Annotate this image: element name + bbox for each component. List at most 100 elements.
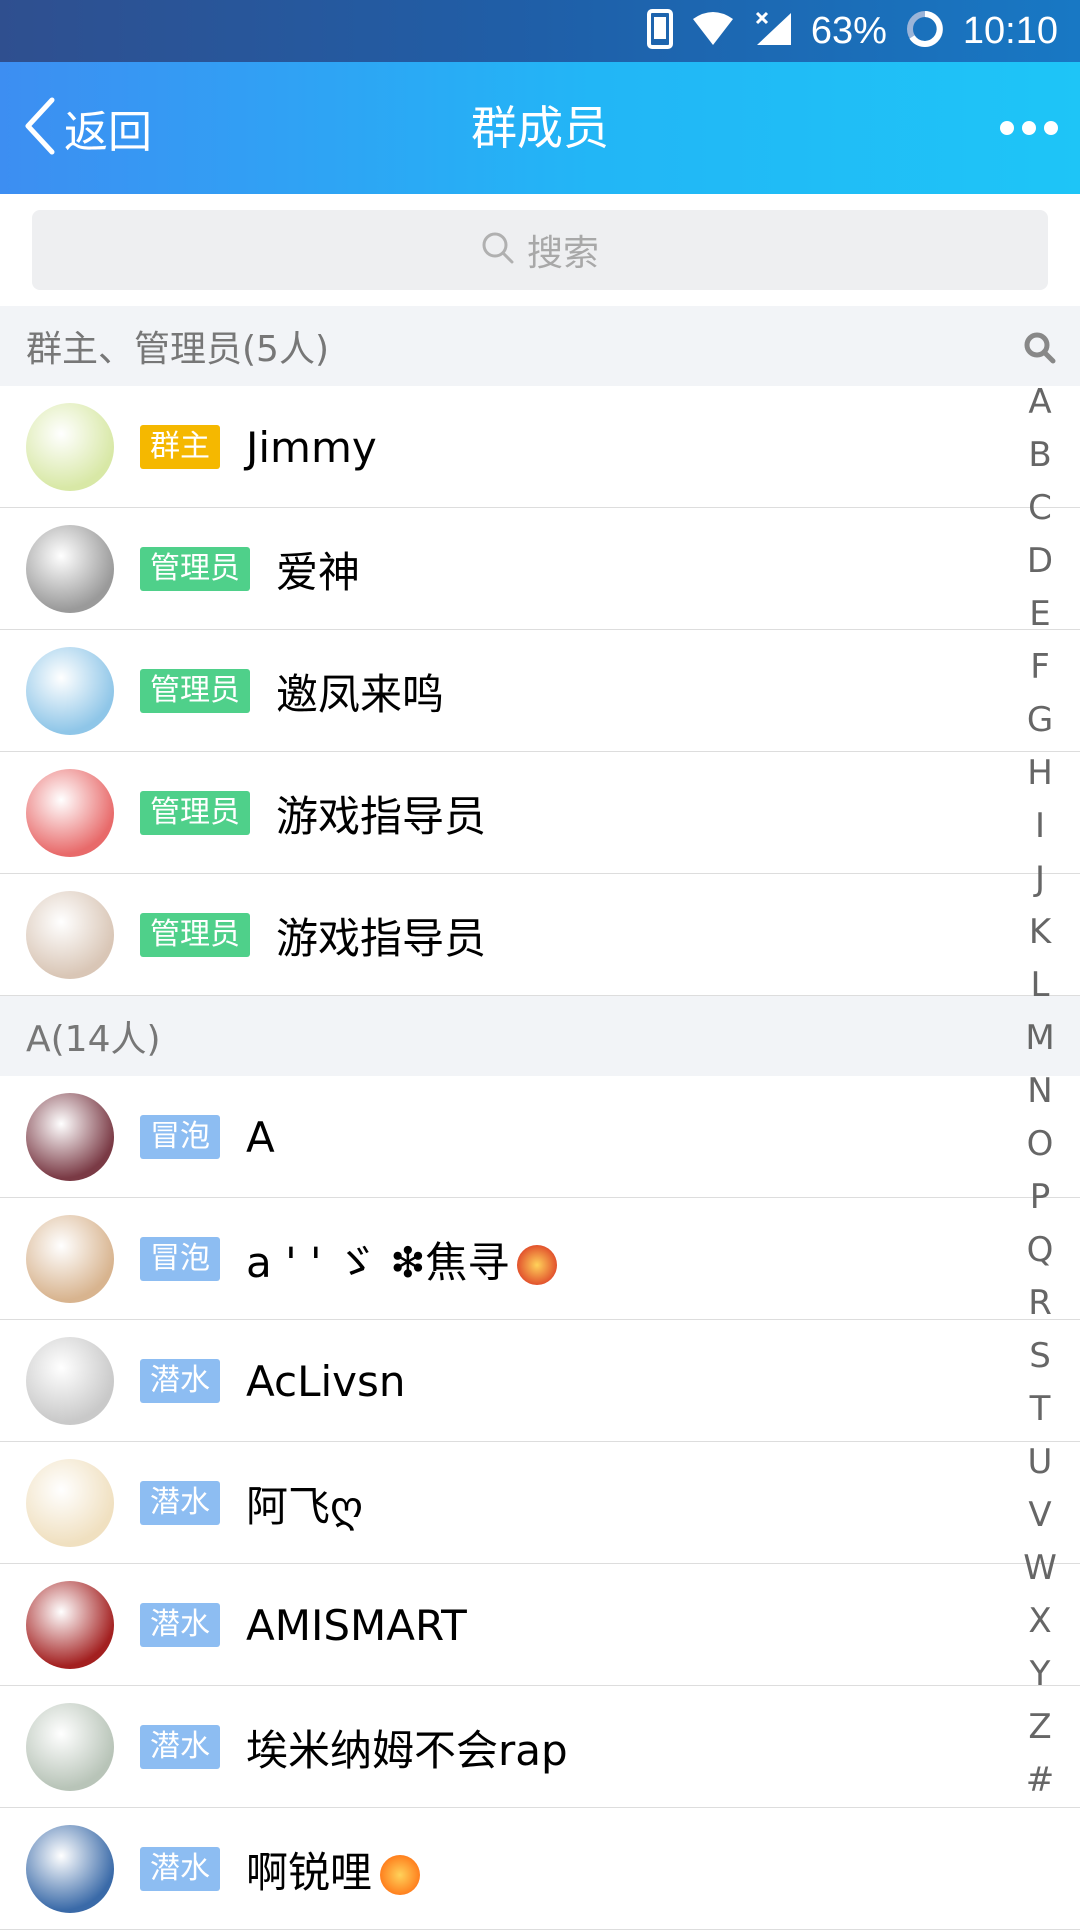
battery-percent: 63%: [810, 9, 887, 52]
member-name-text: AcLivsn: [246, 1356, 406, 1406]
index-letter[interactable]: #: [1026, 1754, 1055, 1807]
member-name-text: 游戏指导员: [276, 913, 487, 963]
avatar[interactable]: [26, 1215, 114, 1303]
index-letter[interactable]: Z: [1028, 1701, 1051, 1754]
index-letter[interactable]: E: [1029, 588, 1050, 641]
member-list[interactable]: 群主、管理员(5人) 群主 Jimmy 管理员 爱神 管理员 邀凤来鸣 管理员 游戏指导员 管理员…: [0, 306, 1080, 1930]
member-role-badge: 群主: [140, 425, 220, 469]
member-name: 埃米纳姆不会rap: [246, 1717, 568, 1778]
avatar[interactable]: [26, 1459, 114, 1547]
index-letter[interactable]: B: [1028, 429, 1051, 482]
index-letter[interactable]: S: [1029, 1330, 1051, 1383]
avatar[interactable]: [26, 1337, 114, 1425]
index-letter[interactable]: H: [1027, 747, 1053, 800]
index-letter[interactable]: W: [1023, 1542, 1057, 1595]
avatar[interactable]: [26, 647, 114, 735]
member-role-badge: 管理员: [140, 913, 250, 957]
index-letter[interactable]: N: [1027, 1065, 1052, 1118]
more-dot-icon: [1022, 121, 1036, 135]
status-bar: 63% 10:10: [0, 0, 1080, 62]
alphabet-index-bar[interactable]: A B C D E F G H I J K L M N O P Q R S T U V W X Y Z #: [1014, 320, 1066, 1807]
index-letter[interactable]: V: [1028, 1489, 1051, 1542]
member-role-badge: 管理员: [140, 547, 250, 591]
member-name-text: Jimmy: [246, 422, 377, 472]
index-letter[interactable]: A: [1028, 376, 1051, 429]
index-letter[interactable]: I: [1035, 800, 1045, 853]
status-icons: 63% 10:10: [646, 0, 1058, 62]
index-letter[interactable]: D: [1027, 535, 1053, 588]
member-role-badge: 潜水: [140, 1359, 220, 1403]
index-letter[interactable]: K: [1029, 906, 1051, 959]
more-button[interactable]: [1000, 62, 1058, 194]
index-letter[interactable]: C: [1028, 482, 1052, 535]
search-area: 搜索: [0, 194, 1080, 306]
avatar[interactable]: [26, 891, 114, 979]
member-name: Jimmy: [246, 423, 377, 472]
section-header: A(14人): [0, 996, 1080, 1076]
member-role-badge: 潜水: [140, 1725, 220, 1769]
index-letter[interactable]: M: [1025, 1012, 1054, 1065]
index-letter[interactable]: J: [1035, 853, 1045, 906]
member-name: 游戏指导员: [276, 905, 486, 966]
signal-icon: [753, 11, 793, 51]
avatar[interactable]: [26, 1581, 114, 1669]
back-button[interactable]: 返回: [22, 62, 152, 194]
member-role-badge: 潜水: [140, 1481, 220, 1525]
member-name: 啊锐哩: [246, 1839, 421, 1900]
avatar[interactable]: [26, 1093, 114, 1181]
index-letter[interactable]: G: [1027, 694, 1053, 747]
member-row[interactable]: 潜水 啊锐哩: [0, 1808, 1080, 1930]
chevron-left-icon: [22, 96, 58, 160]
avatar[interactable]: [26, 1825, 114, 1913]
member-name: a ' ' ゞ ❇焦寻: [246, 1229, 558, 1290]
index-letter[interactable]: P: [1030, 1171, 1051, 1224]
index-letter[interactable]: U: [1028, 1436, 1053, 1489]
member-row[interactable]: 管理员 游戏指导员: [0, 752, 1080, 874]
title-bar: 返回 群成员: [0, 62, 1080, 194]
member-role-badge: 冒泡: [140, 1115, 220, 1159]
index-letter[interactable]: O: [1027, 1118, 1054, 1171]
member-role-badge: 冒泡: [140, 1237, 220, 1281]
member-row[interactable]: 冒泡 a ' ' ゞ ❇焦寻: [0, 1198, 1080, 1320]
avatar[interactable]: [26, 769, 114, 857]
member-name: AMISMART: [246, 1601, 467, 1650]
index-letter[interactable]: F: [1030, 641, 1050, 694]
avatar[interactable]: [26, 403, 114, 491]
battery-icon: [905, 9, 945, 53]
member-row[interactable]: 潜水 阿飞ღ: [0, 1442, 1080, 1564]
member-name: 游戏指导员: [276, 783, 486, 844]
wifi-icon: [691, 11, 735, 51]
member-name-text: 埃米纳姆不会rap: [246, 1725, 568, 1775]
index-letter[interactable]: L: [1031, 959, 1050, 1012]
member-row[interactable]: 管理员 爱神: [0, 508, 1080, 630]
member-role-badge: 管理员: [140, 791, 250, 835]
more-dot-icon: [1044, 121, 1058, 135]
member-row[interactable]: 管理员 邀凤来鸣: [0, 630, 1080, 752]
search-icon: [481, 231, 515, 269]
back-label: 返回: [64, 107, 152, 158]
index-letter[interactable]: R: [1028, 1277, 1052, 1330]
member-role-badge: 潜水: [140, 1603, 220, 1647]
member-name-text: a ' ' ゞ ❇焦寻: [246, 1237, 510, 1287]
member-row[interactable]: 群主 Jimmy: [0, 386, 1080, 508]
member-row[interactable]: 潜水 AMISMART: [0, 1564, 1080, 1686]
avatar[interactable]: [26, 1703, 114, 1791]
index-letter[interactable]: T: [1030, 1383, 1051, 1436]
page-title: 群成员: [471, 101, 609, 155]
member-name-text: 邀凤来鸣: [276, 669, 445, 719]
search-input[interactable]: 搜索: [32, 210, 1048, 290]
index-letter[interactable]: X: [1028, 1595, 1051, 1648]
member-name-text: 阿飞ღ: [246, 1481, 364, 1531]
search-placeholder: 搜索: [526, 233, 599, 274]
index-search-icon[interactable]: [1023, 320, 1057, 376]
member-row[interactable]: 潜水 埃米纳姆不会rap: [0, 1686, 1080, 1808]
member-row[interactable]: 管理员 游戏指导员: [0, 874, 1080, 996]
member-name-text: A: [246, 1112, 275, 1162]
member-name-text: 爱神: [276, 547, 361, 597]
member-row[interactable]: 潜水 AcLivsn: [0, 1320, 1080, 1442]
member-name: 阿飞ღ: [246, 1473, 363, 1534]
member-row[interactable]: 冒泡 A: [0, 1076, 1080, 1198]
avatar[interactable]: [26, 525, 114, 613]
index-letter[interactable]: Y: [1030, 1648, 1051, 1701]
index-letter[interactable]: Q: [1027, 1224, 1054, 1277]
